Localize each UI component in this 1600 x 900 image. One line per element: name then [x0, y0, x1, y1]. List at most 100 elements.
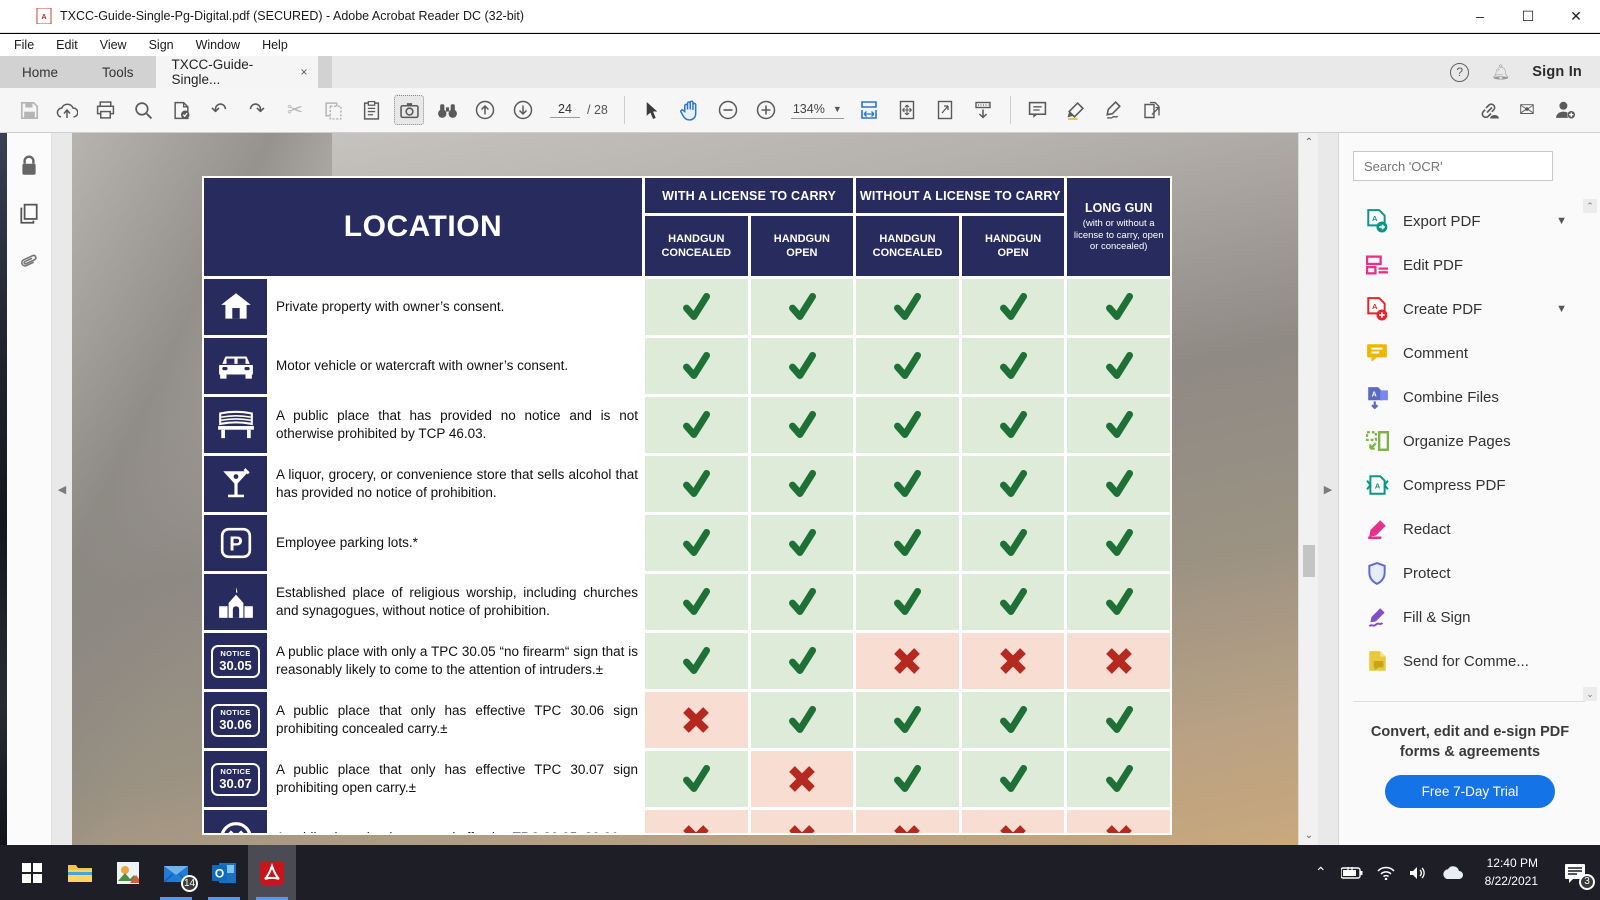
attachments-icon[interactable] — [18, 251, 40, 273]
battery-icon[interactable] — [1341, 867, 1363, 879]
scrollbar-thumb[interactable] — [1303, 545, 1315, 577]
tab-home[interactable]: Home — [0, 56, 80, 88]
tray-chevron-icon[interactable]: ⌃ — [1315, 864, 1327, 881]
allowed-cell — [751, 338, 854, 394]
tools-scroll-up-icon[interactable]: ⌃ — [1583, 199, 1597, 213]
tool-comment[interactable]: Comment — [1339, 331, 1585, 375]
print-icon[interactable] — [90, 95, 120, 125]
cut-icon[interactable]: ✂ — [280, 95, 310, 125]
help-icon[interactable]: ? — [1450, 63, 1469, 82]
undo-icon[interactable]: ↶ — [204, 95, 234, 125]
tools-scroll-down-icon[interactable]: ⌄ — [1583, 687, 1597, 701]
copy-icon[interactable] — [318, 95, 348, 125]
save-icon[interactable] — [14, 95, 44, 125]
location-text: A public place that only has effective T… — [270, 692, 642, 748]
pdf-page: LOCATION WITH A LICENSE TO CARRY WITHOUT… — [72, 133, 1298, 845]
fit-page-icon[interactable] — [892, 95, 922, 125]
tools-scrollbar[interactable]: ⌃ ⌄ — [1583, 199, 1597, 771]
scrolling-mode-icon[interactable] — [968, 95, 998, 125]
subheader-4: HANDGUNOPEN — [962, 216, 1065, 276]
volume-icon[interactable] — [1409, 866, 1427, 880]
wifi-icon[interactable] — [1377, 866, 1395, 880]
zoom-out-icon[interactable] — [713, 95, 743, 125]
fit-width-icon[interactable] — [854, 95, 884, 125]
minimize-button[interactable]: – — [1456, 0, 1504, 33]
location-text: A public place that has posted effective… — [270, 810, 642, 833]
comment-tool-icon[interactable] — [1023, 95, 1053, 125]
menu-view[interactable]: View — [100, 38, 127, 52]
tool-send-comments[interactable]: Send for Comme... — [1339, 639, 1585, 683]
allowed-cell — [856, 574, 959, 630]
fill-sign-tool-icon[interactable] — [1099, 95, 1129, 125]
page-thumbnails-icon[interactable] — [18, 203, 40, 225]
redo-icon[interactable]: ↷ — [242, 95, 272, 125]
invite-person-icon[interactable] — [1550, 95, 1580, 125]
email-icon[interactable]: ✉ — [1512, 95, 1542, 125]
free-trial-button[interactable]: Free 7-Day Trial — [1385, 775, 1555, 808]
outlook-app-icon[interactable]: O — [200, 845, 248, 900]
allowed-cell — [1067, 397, 1170, 453]
clock[interactable]: 12:40 PM 8/22/2021 — [1485, 855, 1538, 890]
tool-organize-pages[interactable]: Organize Pages — [1339, 419, 1585, 463]
tool-redact[interactable]: Redact — [1339, 507, 1585, 551]
tool-label: Protect — [1403, 565, 1451, 582]
allowed-cell — [856, 456, 959, 512]
highlight-tool-icon[interactable] — [1061, 95, 1091, 125]
file-explorer-icon[interactable] — [56, 845, 104, 900]
sign-in-button[interactable]: Sign In — [1532, 64, 1582, 80]
tool-edit-pdf[interactable]: Edit PDF — [1339, 243, 1585, 287]
tab-close-icon[interactable]: × — [301, 65, 308, 79]
mail-app-icon[interactable]: 14 — [152, 845, 200, 900]
zoom-level-dropdown[interactable]: 134% ▼ — [791, 102, 844, 119]
hand-tool-icon[interactable] — [675, 95, 705, 125]
paste-icon[interactable] — [356, 95, 386, 125]
allowed-cell — [751, 456, 854, 512]
photos-app-icon[interactable] — [104, 845, 152, 900]
document-scrollbar[interactable]: ⌃ ⌄ — [1298, 133, 1318, 845]
chevron-down-icon[interactable]: ▼ — [1556, 215, 1567, 227]
search-icon[interactable] — [128, 95, 158, 125]
left-panel-collapse[interactable]: ◀ — [52, 133, 72, 845]
tool-protect[interactable]: Protect — [1339, 551, 1585, 595]
tool-combine-files[interactable]: ACombine Files — [1339, 375, 1585, 419]
actual-size-icon[interactable] — [930, 95, 960, 125]
acrobat-app-icon[interactable] — [248, 845, 296, 900]
menu-file[interactable]: File — [14, 38, 34, 52]
next-page-icon[interactable] — [508, 95, 538, 125]
zoom-in-icon[interactable] — [751, 95, 781, 125]
check-icon — [995, 761, 1031, 797]
page-number-input[interactable]: 24 — [550, 102, 580, 118]
onedrive-icon[interactable] — [1441, 866, 1463, 880]
tool-create-pdf[interactable]: ACreate PDF▼ — [1339, 287, 1585, 331]
notification-bell-icon[interactable]: 🔔︎ — [1491, 63, 1510, 81]
close-button[interactable]: ✕ — [1552, 0, 1600, 33]
select-tool-icon[interactable] — [637, 95, 667, 125]
menu-help[interactable]: Help — [262, 38, 288, 52]
menu-window[interactable]: Window — [196, 38, 240, 52]
tab-document[interactable]: TXCC-Guide-Single... × — [156, 56, 318, 88]
scroll-down-icon[interactable]: ⌄ — [1299, 830, 1319, 841]
tool-compress-pdf[interactable]: ACompress PDF — [1339, 463, 1585, 507]
scroll-up-icon[interactable]: ⌃ — [1299, 137, 1319, 148]
snapshot-icon[interactable] — [394, 95, 424, 125]
menu-sign[interactable]: Sign — [149, 38, 174, 52]
find-binoculars-icon[interactable] — [432, 95, 462, 125]
share-cloud-icon[interactable] — [52, 95, 82, 125]
share-page-icon[interactable] — [1137, 95, 1167, 125]
maximize-button[interactable]: ☐ — [1504, 0, 1552, 33]
tool-export-pdf[interactable]: AExport PDF▼ — [1339, 199, 1585, 243]
ocr-recognize-icon[interactable] — [166, 95, 196, 125]
chevron-down-icon[interactable]: ▼ — [1556, 303, 1567, 315]
action-center-icon[interactable]: 3 — [1560, 858, 1590, 888]
share-link-icon[interactable] — [1474, 95, 1504, 125]
right-panel-collapse[interactable]: ▶ — [1318, 133, 1338, 845]
security-lock-icon[interactable] — [18, 155, 40, 177]
mail-badge: 14 — [181, 875, 198, 892]
tab-tools[interactable]: Tools — [80, 56, 156, 88]
previous-page-icon[interactable] — [470, 95, 500, 125]
search-tools-input[interactable] — [1353, 151, 1553, 181]
tool-fill-sign[interactable]: Fill & Sign — [1339, 595, 1585, 639]
send-comments-icon — [1365, 649, 1389, 673]
menu-edit[interactable]: Edit — [56, 38, 78, 52]
start-button[interactable] — [8, 845, 56, 900]
